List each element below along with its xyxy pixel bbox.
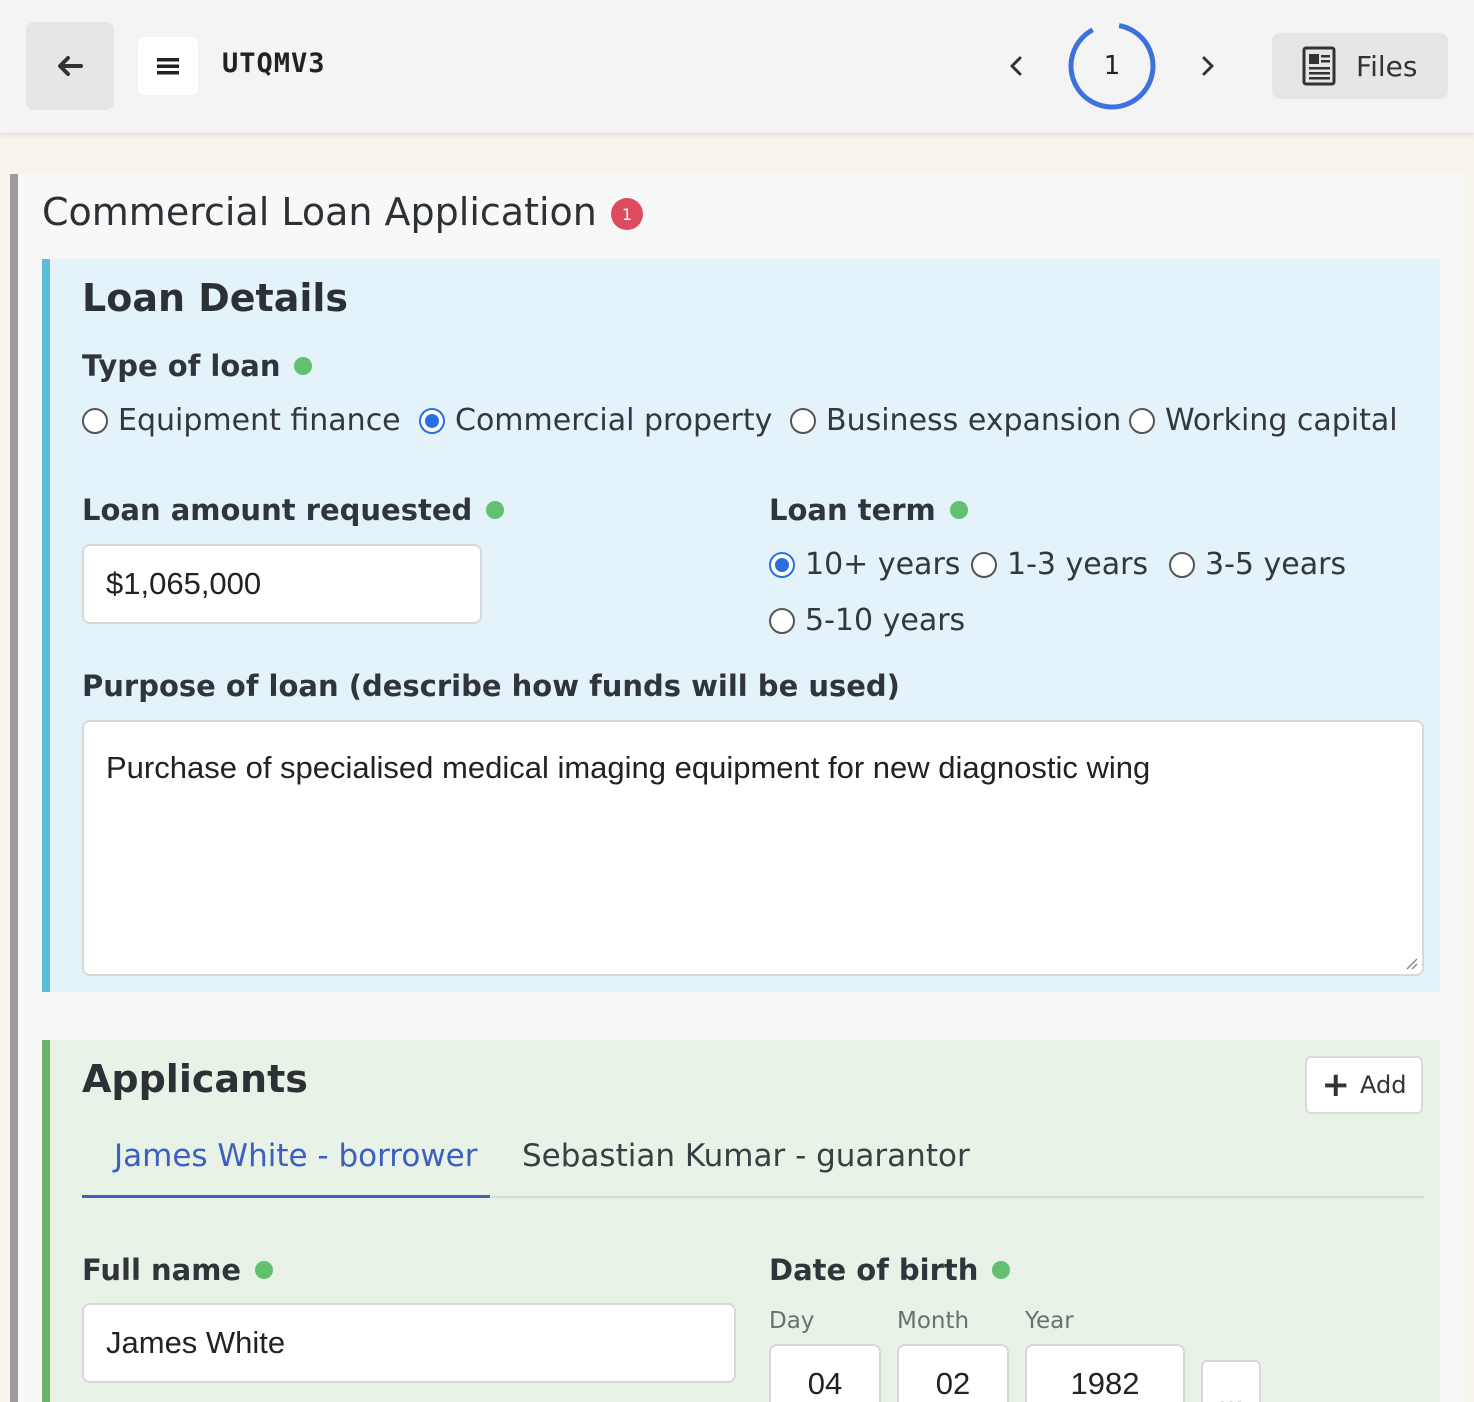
radio-term-5-10[interactable]: 5-10 years	[769, 603, 965, 638]
radio-commercial-property[interactable]: Commercial property	[419, 403, 772, 438]
back-button[interactable]	[26, 22, 114, 110]
radio-term-3-5[interactable]: 3-5 years	[1169, 547, 1346, 582]
menu-button[interactable]	[138, 37, 198, 95]
valid-status-dot	[992, 1261, 1011, 1279]
radio-label: Business expansion	[826, 403, 1122, 438]
loan-details-section: Loan Details Type of loan Equipment fina…	[42, 259, 1440, 992]
radio-circle	[1129, 407, 1155, 434]
purpose-of-loan-text: Purchase of specialised medical imaging …	[106, 750, 1151, 785]
purpose-of-loan-label: Purpose of loan (describe how funds will…	[82, 669, 900, 703]
loan-term-label: Loan term	[769, 493, 968, 527]
radio-label: Equipment finance	[118, 403, 401, 438]
document-code: UTQMV3	[222, 48, 326, 79]
radio-circle-selected	[769, 551, 795, 578]
loan-amount-label-text: Loan amount requested	[82, 493, 473, 527]
date-of-birth-label: Date of birth	[769, 1253, 1011, 1287]
type-of-loan-label: Type of loan	[82, 349, 313, 383]
arrow-left-icon	[58, 56, 83, 76]
purpose-of-loan-textarea[interactable]: Purchase of specialised medical imaging …	[82, 720, 1424, 976]
dob-month-label: Month	[897, 1308, 970, 1334]
error-count-badge[interactable]: 1	[611, 198, 643, 230]
valid-status-dot	[486, 501, 505, 519]
full-name-input[interactable]: James White	[82, 1303, 736, 1383]
full-name-label-text: Full name	[82, 1253, 242, 1287]
hamburger-icon	[157, 58, 179, 75]
top-bar: UTQMV3 1 Files	[0, 0, 1474, 134]
radio-equipment-finance[interactable]: Equipment finance	[82, 403, 401, 438]
loan-amount-label: Loan amount requested	[82, 493, 505, 527]
resize-grip-icon[interactable]	[1402, 954, 1418, 970]
radio-label: 1-3 years	[1007, 547, 1149, 582]
loan-term-label-text: Loan term	[769, 493, 936, 527]
left-rule	[10, 174, 18, 1402]
form-title: Commercial Loan Application	[42, 190, 597, 234]
applicants-section: Applicants + Add James White - borrower …	[42, 1040, 1440, 1402]
next-page-button[interactable]	[1188, 44, 1228, 88]
radio-circle	[769, 607, 795, 634]
dob-day-label: Day	[769, 1308, 815, 1334]
radio-term-10-plus[interactable]: 10+ years	[769, 547, 960, 582]
radio-circle	[1169, 551, 1195, 578]
page-number: 1	[1103, 51, 1121, 81]
tab-james-white-borrower[interactable]: James White - borrower	[114, 1138, 478, 1174]
radio-term-1-3[interactable]: 1-3 years	[971, 547, 1148, 582]
radio-label: 3-5 years	[1205, 547, 1347, 582]
type-of-loan-label-text: Type of loan	[82, 349, 281, 383]
chevron-left-icon	[1010, 56, 1022, 76]
chevron-right-icon	[1202, 56, 1214, 76]
radio-working-capital[interactable]: Working capital	[1129, 403, 1398, 438]
plus-icon: +	[1321, 1065, 1351, 1105]
loan-details-title: Loan Details	[82, 276, 349, 320]
radio-label: 5-10 years	[805, 603, 966, 638]
radio-circle	[82, 407, 108, 434]
files-button[interactable]: Files	[1272, 33, 1448, 99]
valid-status-dot	[294, 357, 313, 375]
document-icon	[1302, 46, 1336, 86]
date-of-birth-label-text: Date of birth	[769, 1253, 979, 1287]
previous-page-button[interactable]	[996, 44, 1036, 88]
full-name-label: Full name	[82, 1253, 274, 1287]
valid-status-dot	[949, 501, 968, 519]
dob-day-input[interactable]: 04	[769, 1344, 881, 1402]
tab-sebastian-kumar-guarantor[interactable]: Sebastian Kumar - guarantor	[522, 1138, 970, 1174]
dob-month-input[interactable]: 02	[897, 1344, 1009, 1402]
add-applicant-button[interactable]: + Add	[1305, 1056, 1423, 1114]
valid-status-dot	[255, 1261, 274, 1279]
purpose-of-loan-label-text: Purpose of loan (describe how funds will…	[82, 669, 900, 703]
radio-label: Working capital	[1165, 403, 1398, 438]
radio-circle-selected	[419, 407, 445, 434]
dob-year-input[interactable]: 1982	[1025, 1344, 1185, 1402]
radio-circle	[790, 407, 816, 434]
add-button-label: Add	[1360, 1071, 1407, 1099]
radio-business-expansion[interactable]: Business expansion	[790, 403, 1121, 438]
files-button-label: Files	[1356, 49, 1418, 83]
applicants-title: Applicants	[82, 1057, 308, 1101]
more-options-button[interactable]: ...	[1201, 1360, 1261, 1402]
loan-amount-input[interactable]: $1,065,000	[82, 544, 482, 624]
radio-label: 10+ years	[805, 547, 961, 582]
dob-year-label: Year	[1025, 1308, 1074, 1334]
radio-circle	[971, 551, 997, 578]
radio-label: Commercial property	[455, 403, 773, 438]
active-tab-indicator	[82, 1195, 490, 1198]
